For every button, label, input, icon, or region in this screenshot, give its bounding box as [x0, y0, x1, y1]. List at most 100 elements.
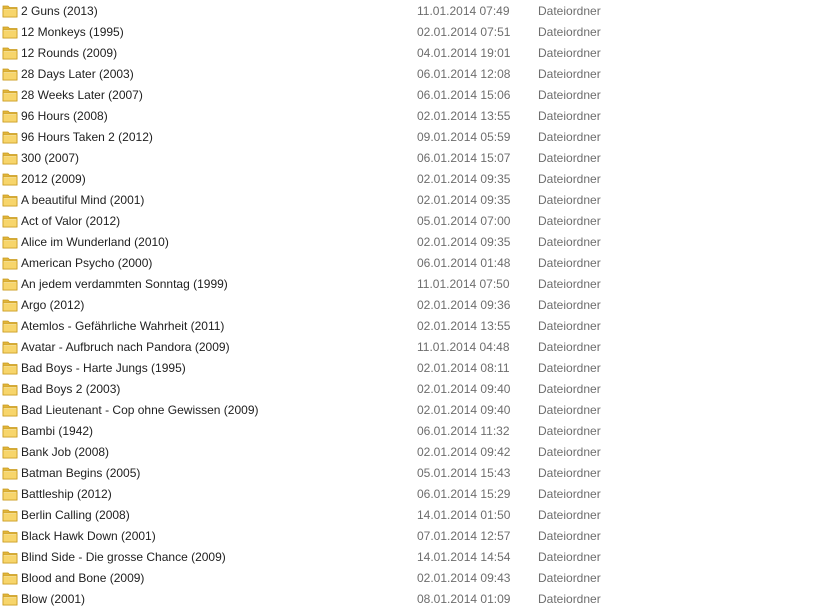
folder-name: Bambi (1942) — [21, 424, 94, 438]
folder-type: Dateiordner — [538, 466, 601, 480]
folder-row[interactable]: 96 Hours (2008) 02.01.2014 13:55 Dateior… — [0, 106, 828, 127]
folder-type: Dateiordner — [538, 67, 601, 81]
folder-date-modified: 06.01.2014 11:32 — [417, 424, 510, 438]
folder-icon — [2, 236, 18, 249]
folder-icon — [2, 89, 18, 102]
folder-date-modified: 02.01.2014 09:35 — [417, 235, 511, 249]
folder-row[interactable]: Battleship (2012) 06.01.2014 15:29 Datei… — [0, 484, 828, 505]
folder-row[interactable]: Blow (2001) 08.01.2014 01:09 Dateiordner — [0, 589, 828, 610]
folder-row[interactable]: Act of Valor (2012) 05.01.2014 07:00 Dat… — [0, 211, 828, 232]
folder-type: Dateiordner — [538, 571, 601, 585]
folder-icon — [2, 194, 18, 207]
folder-icon — [2, 110, 18, 123]
folder-row[interactable]: Bad Lieutenant - Cop ohne Gewissen (2009… — [0, 400, 828, 421]
folder-date-modified: 02.01.2014 09:40 — [417, 403, 511, 417]
folder-icon — [2, 446, 18, 459]
folder-icon — [2, 509, 18, 522]
folder-name: Bad Boys 2 (2003) — [21, 382, 121, 396]
folder-type: Dateiordner — [538, 88, 601, 102]
folder-icon — [2, 383, 18, 396]
folder-row[interactable]: 96 Hours Taken 2 (2012) 09.01.2014 05:59… — [0, 127, 828, 148]
folder-row[interactable]: 28 Days Later (2003) 06.01.2014 12:08 Da… — [0, 64, 828, 85]
folder-date-modified: 06.01.2014 15:29 — [417, 487, 511, 501]
folder-name: 2012 (2009) — [21, 172, 86, 186]
folder-icon — [2, 488, 18, 501]
folder-row[interactable]: American Psycho (2000) 06.01.2014 01:48 … — [0, 253, 828, 274]
folder-row[interactable]: 2012 (2009) 02.01.2014 09:35 Dateiordner — [0, 169, 828, 190]
folder-icon — [2, 173, 18, 186]
folder-date-modified: 05.01.2014 07:00 — [417, 214, 511, 228]
folder-row[interactable]: Bad Boys - Harte Jungs (1995) 02.01.2014… — [0, 358, 828, 379]
folder-name: Atemlos - Gefährliche Wahrheit (2011) — [21, 319, 225, 333]
folder-name: Bad Lieutenant - Cop ohne Gewissen (2009… — [21, 403, 259, 417]
folder-row[interactable]: Blood and Bone (2009) 02.01.2014 09:43 D… — [0, 568, 828, 589]
folder-type: Dateiordner — [538, 508, 601, 522]
folder-date-modified: 02.01.2014 09:36 — [417, 298, 511, 312]
folder-row[interactable]: Berlin Calling (2008) 14.01.2014 01:50 D… — [0, 505, 828, 526]
folder-name: An jedem verdammten Sonntag (1999) — [21, 277, 228, 291]
folder-row[interactable]: Black Hawk Down (2001) 07.01.2014 12:57 … — [0, 526, 828, 547]
folder-row[interactable]: Argo (2012) 02.01.2014 09:36 Dateiordner — [0, 295, 828, 316]
folder-date-modified: 02.01.2014 09:43 — [417, 571, 511, 585]
folder-name: 96 Hours (2008) — [21, 109, 108, 123]
folder-type: Dateiordner — [538, 172, 601, 186]
folder-name: Bank Job (2008) — [21, 445, 110, 459]
folder-row[interactable]: Bad Boys 2 (2003) 02.01.2014 09:40 Datei… — [0, 379, 828, 400]
folder-name: Alice im Wunderland (2010) — [21, 235, 169, 249]
folder-name: 2 Guns (2013) — [21, 4, 98, 18]
folder-name: Battleship (2012) — [21, 487, 112, 501]
folder-row[interactable]: 300 (2007) 06.01.2014 15:07 Dateiordner — [0, 148, 828, 169]
folder-type: Dateiordner — [538, 361, 601, 375]
folder-icon — [2, 215, 18, 228]
folder-date-modified: 02.01.2014 13:55 — [417, 319, 511, 333]
folder-date-modified: 14.01.2014 14:54 — [417, 550, 511, 564]
file-rows: 2 Guns (2013) 11.01.2014 07:49 Dateiordn… — [0, 1, 828, 610]
folder-row[interactable]: 2 Guns (2013) 11.01.2014 07:49 Dateiordn… — [0, 1, 828, 22]
folder-date-modified: 11.01.2014 07:49 — [417, 4, 510, 18]
folder-icon — [2, 362, 18, 375]
folder-type: Dateiordner — [538, 340, 601, 354]
folder-icon — [2, 152, 18, 165]
folder-name: American Psycho (2000) — [21, 256, 153, 270]
folder-row[interactable]: 12 Monkeys (1995) 02.01.2014 07:51 Datei… — [0, 22, 828, 43]
folder-row[interactable]: Bank Job (2008) 02.01.2014 09:42 Dateior… — [0, 442, 828, 463]
folder-date-modified: 02.01.2014 09:35 — [417, 193, 511, 207]
folder-name: 300 (2007) — [21, 151, 80, 165]
folder-row[interactable]: An jedem verdammten Sonntag (1999) 11.01… — [0, 274, 828, 295]
folder-name: Blood and Bone (2009) — [21, 571, 145, 585]
folder-type: Dateiordner — [538, 424, 601, 438]
folder-type: Dateiordner — [538, 298, 601, 312]
folder-type: Dateiordner — [538, 235, 601, 249]
folder-type: Dateiordner — [538, 130, 601, 144]
folder-row[interactable]: Avatar - Aufbruch nach Pandora (2009) 11… — [0, 337, 828, 358]
folder-type: Dateiordner — [538, 277, 601, 291]
folder-row[interactable]: 12 Rounds (2009) 04.01.2014 19:01 Dateio… — [0, 43, 828, 64]
folder-name: Act of Valor (2012) — [21, 214, 121, 228]
folder-icon — [2, 404, 18, 417]
folder-name: 12 Rounds (2009) — [21, 46, 118, 60]
folder-date-modified: 02.01.2014 09:35 — [417, 172, 511, 186]
folder-icon — [2, 572, 18, 585]
folder-row[interactable]: Bambi (1942) 06.01.2014 11:32 Dateiordne… — [0, 421, 828, 442]
folder-icon — [2, 26, 18, 39]
folder-row[interactable]: Blind Side - Die grosse Chance (2009) 14… — [0, 547, 828, 568]
folder-date-modified: 06.01.2014 15:06 — [417, 88, 511, 102]
folder-name: 28 Weeks Later (2007) — [21, 88, 143, 102]
folder-row[interactable]: A beautiful Mind (2001) 02.01.2014 09:35… — [0, 190, 828, 211]
folder-icon — [2, 425, 18, 438]
folder-row[interactable]: Batman Begins (2005) 05.01.2014 15:43 Da… — [0, 463, 828, 484]
folder-icon — [2, 131, 18, 144]
folder-type: Dateiordner — [538, 214, 601, 228]
folder-row[interactable]: Atemlos - Gefährliche Wahrheit (2011) 02… — [0, 316, 828, 337]
folder-row[interactable]: Alice im Wunderland (2010) 02.01.2014 09… — [0, 232, 828, 253]
folder-type: Dateiordner — [538, 445, 601, 459]
folder-type: Dateiordner — [538, 529, 601, 543]
folder-date-modified: 11.01.2014 07:50 — [417, 277, 510, 291]
folder-row[interactable]: 28 Weeks Later (2007) 06.01.2014 15:06 D… — [0, 85, 828, 106]
folder-type: Dateiordner — [538, 25, 601, 39]
folder-name: Blow (2001) — [21, 592, 86, 606]
folder-date-modified: 02.01.2014 07:51 — [417, 25, 511, 39]
folder-icon — [2, 341, 18, 354]
folder-date-modified: 04.01.2014 19:01 — [417, 46, 511, 60]
folder-date-modified: 06.01.2014 12:08 — [417, 67, 511, 81]
